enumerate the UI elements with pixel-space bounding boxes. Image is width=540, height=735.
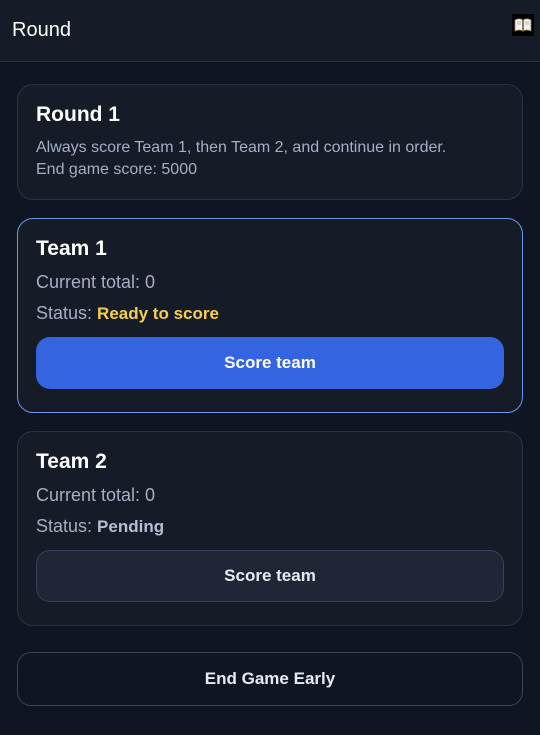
team-status: Status: Pending [36, 515, 504, 538]
team-status: Status: Ready to score [36, 302, 504, 325]
team-name: Team 1 [36, 237, 107, 260]
status-label: Status: [36, 303, 93, 323]
score-team-1-button[interactable]: Score team [36, 337, 504, 389]
score-team-2-button[interactable]: Score team [36, 550, 504, 602]
app-header: Round [0, 0, 540, 62]
status-badge: Pending [97, 517, 165, 536]
status-badge: Ready to score [97, 304, 219, 323]
team-card-1: Team 1 Current total: 0 Status: Ready to… [17, 218, 523, 413]
team-total: Current total: 0 [36, 272, 156, 292]
team-total: Current total: 0 [36, 485, 156, 505]
end-game-score: End game score: 5000 [36, 161, 197, 178]
round-info-card: Round 1 Always score Team 1, then Team 2… [17, 84, 523, 200]
status-label: Status: [36, 516, 93, 536]
round-title: Round 1 [36, 103, 120, 126]
book-icon[interactable] [512, 13, 534, 36]
end-game-early-button[interactable]: End Game Early [17, 652, 523, 706]
round-description: Always score Team 1, then Team 2, and co… [36, 139, 447, 156]
team-name: Team 2 [36, 450, 107, 473]
main-content: Round 1 Always score Team 1, then Team 2… [0, 62, 540, 706]
page-title: Round [12, 19, 71, 41]
team-card-2: Team 2 Current total: 0 Status: Pending … [17, 431, 523, 626]
